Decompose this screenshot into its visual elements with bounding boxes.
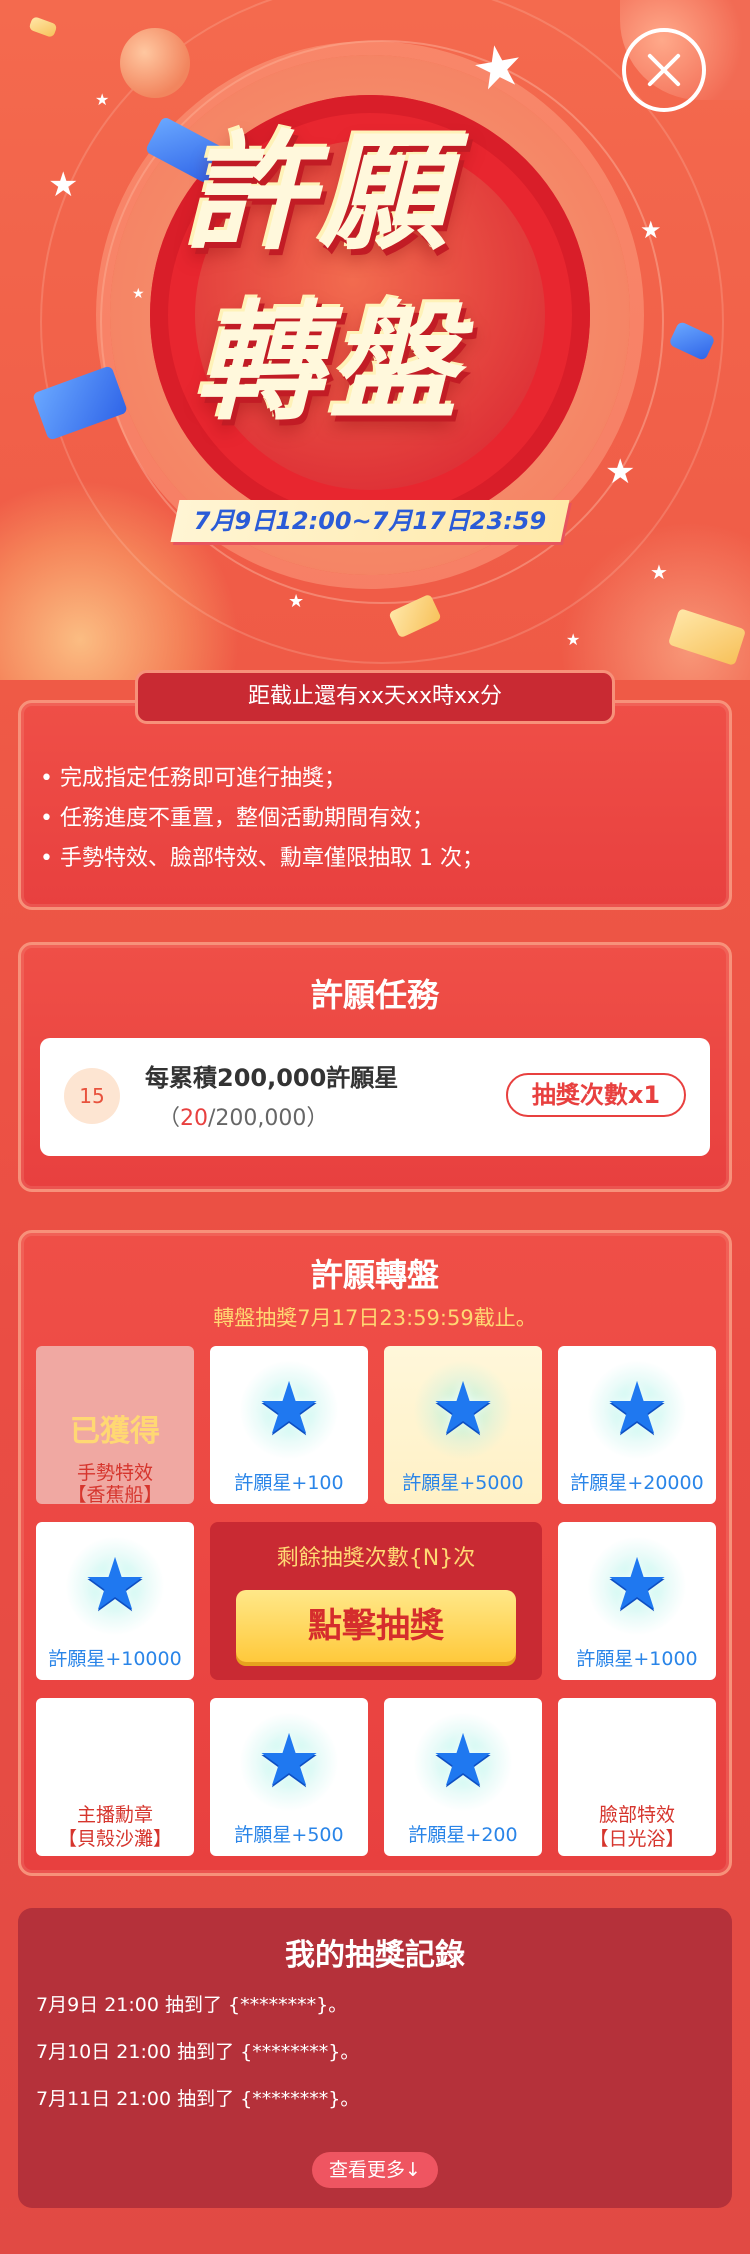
rule-item: • 手勢特效、臉部特效、勳章僅限抽取 1 次； bbox=[40, 846, 484, 871]
prize-label: 【香蕉船】 bbox=[67, 1484, 163, 1504]
task-reward-badge: 抽獎次數x1 bbox=[506, 1073, 686, 1117]
event-date-range: 7月9日12:00~7月17日23:59 bbox=[193, 507, 547, 535]
task-name: 每累積200,000許願星 bbox=[145, 1064, 399, 1092]
won-status: 已獲得 bbox=[70, 1414, 160, 1449]
wish-star-icon: ★ bbox=[430, 1366, 496, 1450]
records-title: 我的抽獎記錄 bbox=[285, 1938, 465, 1973]
prize-label: 【貝殼沙灘】 bbox=[57, 1828, 172, 1850]
prize-label: 臉部特效 bbox=[598, 1804, 675, 1826]
prize-cell[interactable]: ★ 許願星+100 bbox=[210, 1346, 368, 1504]
prize-cell[interactable]: ★ 許願星+500 bbox=[210, 1698, 368, 1856]
wheel-section-title: 許願轉盤 bbox=[310, 1256, 439, 1294]
sparkle-icon: ★ bbox=[288, 591, 305, 612]
record-item: 7月10日 21:00 抽到了 {********}。 bbox=[36, 2041, 360, 2063]
task-level-badge: 15 bbox=[64, 1068, 120, 1124]
wish-star-icon: ★ bbox=[256, 1366, 322, 1450]
confetti-icon bbox=[28, 15, 58, 39]
record-item: 7月11日 21:00 抽到了 {********}。 bbox=[36, 2088, 360, 2110]
prize-label: 許願星+200 bbox=[408, 1824, 518, 1846]
draw-button[interactable]: 點擊抽獎 bbox=[236, 1590, 516, 1662]
rule-item: • 完成指定任務即可進行抽獎； bbox=[40, 766, 346, 791]
star-icon: ★ bbox=[466, 29, 530, 105]
decorative-ball bbox=[120, 28, 190, 98]
task-progress: （20/200,000） bbox=[158, 1106, 329, 1131]
page-title-line2: 轉盤 bbox=[195, 289, 464, 438]
star-icon: ★ bbox=[605, 452, 636, 492]
wish-star-icon: ★ bbox=[604, 1366, 670, 1450]
record-item: 7月9日 21:00 抽到了 {********}。 bbox=[36, 1994, 348, 2016]
prize-label: 許願星+10000 bbox=[48, 1648, 182, 1670]
prize-cell[interactable]: ★ 許願星+10000 bbox=[36, 1522, 194, 1680]
prize-label: 【日光浴】 bbox=[589, 1828, 685, 1850]
prize-cell[interactable]: 主播勳章 【貝殼沙灘】 bbox=[36, 1698, 194, 1856]
rule-item: • 任務進度不重置，整個活動期間有效； bbox=[40, 806, 434, 831]
sparkle-icon: ★ bbox=[566, 630, 581, 649]
prize-label: 主播勳章 bbox=[76, 1804, 153, 1826]
close-button[interactable] bbox=[622, 28, 706, 112]
page-title-line1: 許願 bbox=[185, 119, 454, 268]
wheel-deadline-note: 轉盤抽獎7月17日23:59:59截止。 bbox=[213, 1306, 537, 1330]
remaining-draws: 剩餘抽獎次數{N}次 bbox=[276, 1546, 476, 1571]
prize-label: 許願星+100 bbox=[234, 1472, 344, 1494]
star-icon: ★ bbox=[48, 165, 79, 205]
prize-cell[interactable]: ★ 許願星+1000 bbox=[558, 1522, 716, 1680]
prize-label: 許願星+500 bbox=[234, 1824, 344, 1846]
prize-label: 許願星+1000 bbox=[576, 1648, 698, 1670]
prize-cell-highlighted[interactable]: ★ 許願星+5000 bbox=[384, 1346, 542, 1504]
sparkle-icon: ★ bbox=[640, 216, 662, 244]
sparkle-icon: ★ bbox=[650, 560, 668, 584]
prize-cell-won[interactable]: 已獲得 手勢特效 【香蕉船】 bbox=[36, 1346, 194, 1504]
prize-label: 許願星+20000 bbox=[570, 1472, 704, 1494]
prize-cell[interactable]: 臉部特效 【日光浴】 bbox=[558, 1698, 716, 1856]
prize-cell[interactable]: ★ 許願星+200 bbox=[384, 1698, 542, 1856]
sparkle-icon: ★ bbox=[95, 90, 110, 109]
sparkle-icon: ★ bbox=[132, 286, 145, 302]
task-section-title: 許願任務 bbox=[310, 976, 439, 1014]
prize-cell[interactable]: ★ 許願星+20000 bbox=[558, 1346, 716, 1504]
wish-star-icon: ★ bbox=[256, 1718, 322, 1802]
task-progress-current: 20 bbox=[180, 1106, 209, 1131]
wish-star-icon: ★ bbox=[604, 1542, 670, 1626]
wish-star-icon: ★ bbox=[82, 1542, 148, 1626]
view-more-button[interactable]: 查看更多↓ bbox=[312, 2152, 438, 2188]
prize-label: 許願星+5000 bbox=[402, 1472, 524, 1494]
wish-star-icon: ★ bbox=[430, 1718, 496, 1802]
countdown-timer: 距截止還有xx天xx時xx分 bbox=[135, 670, 615, 724]
